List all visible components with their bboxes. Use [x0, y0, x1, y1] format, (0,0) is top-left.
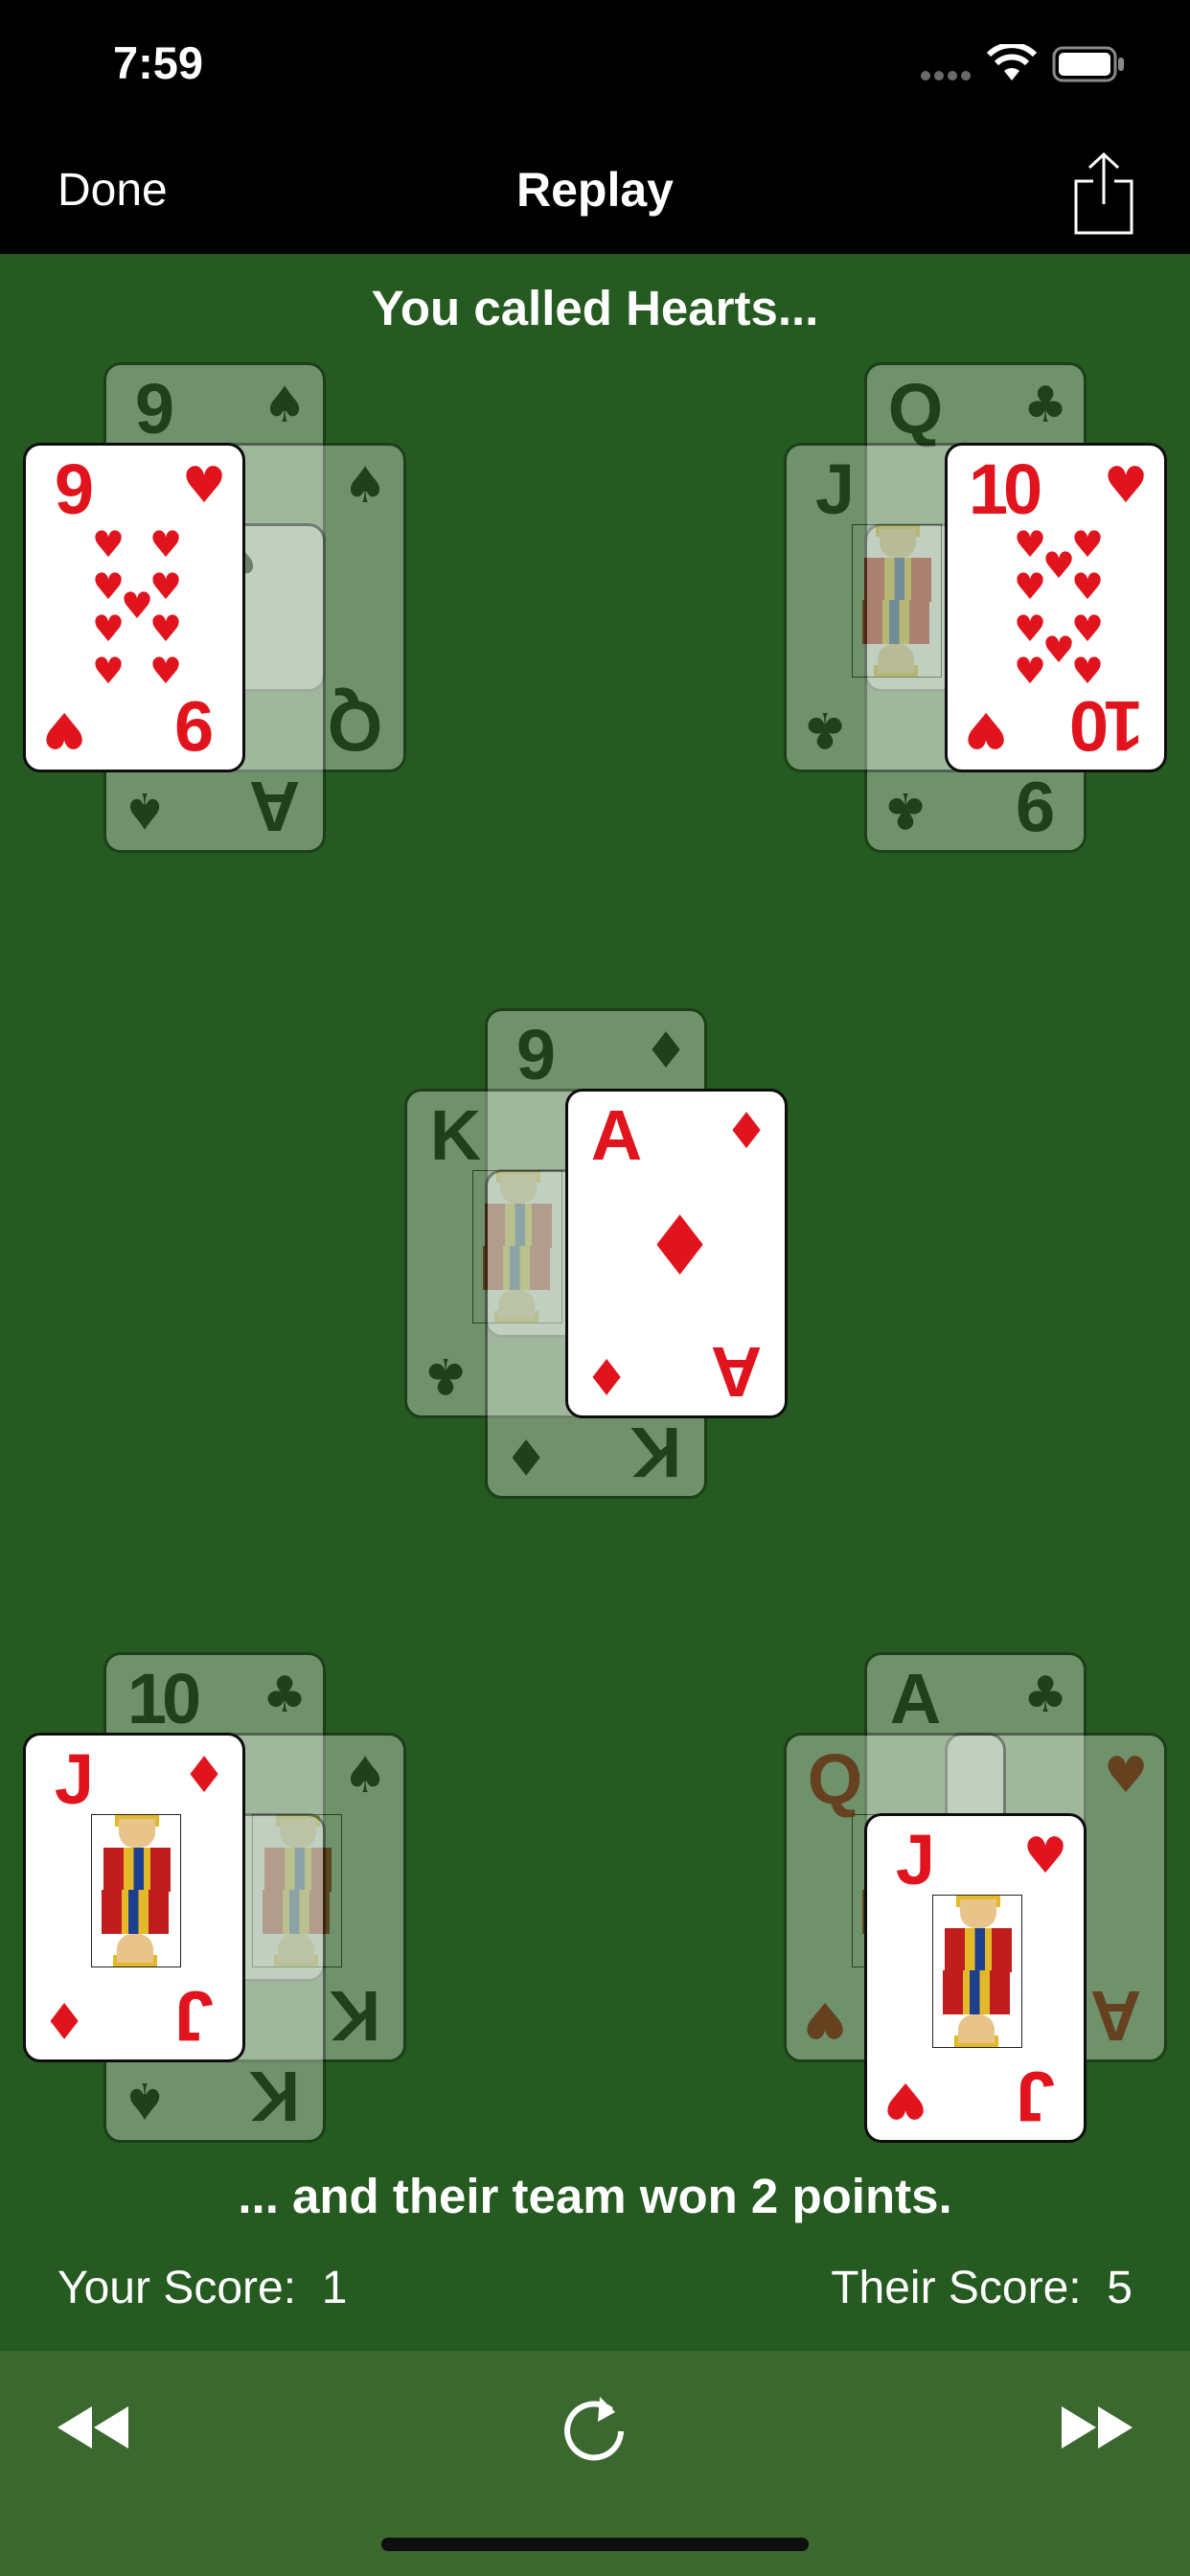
card-rank: K: [333, 1976, 381, 2056]
svg-text:♥: ♥: [92, 608, 125, 650]
card-suit: ♥: [963, 701, 1009, 758]
jack-face-art: [91, 1814, 181, 1967]
card-suit: ♦: [181, 1747, 227, 1805]
card-rank: 9: [515, 1015, 556, 1094]
card-suit: ♦: [503, 1427, 549, 1484]
card-rank: Q: [332, 686, 383, 766]
wifi-icon: [986, 44, 1038, 80]
battery-icon: [1052, 46, 1124, 82]
card-rank: A: [715, 1332, 763, 1412]
card-rank: K: [429, 1095, 481, 1175]
svg-text:♥: ♥: [149, 650, 182, 692]
card-top-left-front: 9 ♥ ♥ ♥ ♥ ♥ ♥ ♥ ♥ ♥ ♥ ♥ 9: [23, 443, 245, 772]
jack-face-art: [852, 524, 942, 678]
svg-text:♥: ♥: [92, 565, 125, 608]
card-rank: J: [54, 1739, 94, 1819]
svg-text:♥: ♥: [1071, 565, 1104, 608]
card-suit: ♦: [41, 1990, 87, 2048]
signal-icon: [921, 71, 971, 80]
status-bar: 7:59: [0, 0, 1190, 129]
your-score-value: 1: [321, 2263, 348, 2313]
svg-text:♥: ♥: [1042, 544, 1075, 586]
card-suit: ♣: [1022, 1667, 1068, 1724]
heart-pips-icon: ♥ ♥ ♥ ♥ ♥ ♥ ♥ ♥ ♥ ♥: [1014, 523, 1104, 692]
card-suit: ♠: [342, 1747, 388, 1805]
card-suit: ♠: [122, 2071, 168, 2128]
card-rank: K: [253, 2057, 301, 2136]
svg-text:♥: ♥: [1014, 523, 1046, 565]
fast-forward-icon[interactable]: [1054, 2389, 1140, 2466]
card-suit: ♣: [802, 701, 848, 758]
card-center-front: A ♦ ♦ ♦ A: [565, 1089, 788, 1418]
card-suit: ♣: [423, 1346, 469, 1404]
svg-text:♥: ♥: [1014, 565, 1046, 608]
card-rank: A: [590, 1095, 642, 1175]
card-suit: ♥: [1103, 1747, 1149, 1805]
svg-text:♥: ♥: [1014, 608, 1046, 650]
your-score: Your Score: 1: [57, 2262, 347, 2314]
card-suit: ♦: [584, 1346, 629, 1404]
card-suit: ♣: [882, 781, 928, 839]
svg-text:♥: ♥: [92, 523, 125, 565]
svg-text:♥: ♥: [1071, 523, 1104, 565]
card-rank: 9: [1019, 767, 1056, 846]
card-suit: ♥: [41, 701, 87, 758]
svg-text:♥: ♥: [1042, 629, 1075, 671]
card-rank: J: [895, 1820, 935, 1899]
card-suit: ♥: [1103, 457, 1149, 515]
card-suit: ♦: [723, 1103, 769, 1161]
svg-text:♥: ♥: [121, 585, 153, 627]
card-suit: ♥: [882, 2071, 928, 2128]
card-rank: Q: [887, 369, 944, 448]
center-diamond-pip: ♦: [643, 1199, 718, 1295]
card-suit: ♥: [802, 1990, 848, 2048]
card-suit: ♠: [262, 377, 308, 434]
card-rank: A: [1094, 1976, 1142, 2056]
card-suit: ♣: [1022, 377, 1068, 434]
rewind-icon[interactable]: [50, 2389, 136, 2466]
status-time: 7:59: [113, 37, 204, 88]
their-score: Their Score: 5: [831, 2262, 1133, 2314]
jack-face-art: [932, 1895, 1022, 2048]
card-rank: K: [634, 1413, 682, 1492]
card-rank: Q: [807, 1739, 863, 1819]
navigation-bar: Done Replay: [0, 129, 1190, 254]
page-title: Replay: [516, 163, 674, 217]
card-rank: J: [814, 449, 855, 529]
card-rank: A: [889, 1659, 941, 1738]
card-rank: 9: [54, 449, 94, 529]
card-top-right-front: 10 ♥ ♥ ♥ ♥ ♥ ♥ ♥ ♥ ♥ ♥ ♥ ♥ 10: [945, 443, 1167, 772]
card-rank: 10: [126, 1659, 201, 1738]
home-indicator: [381, 2538, 809, 2551]
card-suit: ♣: [262, 1667, 308, 1724]
svg-text:♥: ♥: [149, 523, 182, 565]
svg-text:♥: ♥: [1071, 608, 1104, 650]
replay-icon[interactable]: [552, 2389, 638, 2466]
their-score-label: Their Score:: [831, 2263, 1082, 2313]
card-rank: A: [253, 767, 301, 846]
bottom-message: ... and their team won 2 points.: [238, 2169, 952, 2223]
your-score-label: Your Score:: [57, 2263, 297, 2313]
share-icon[interactable]: [1070, 150, 1137, 237]
svg-text:♥: ♥: [1014, 650, 1046, 692]
top-message: You called Hearts...: [371, 281, 819, 335]
card-suit: ♥: [181, 457, 227, 515]
card-suit: ♠: [342, 457, 388, 515]
card-suit: ♦: [643, 1023, 689, 1080]
heart-pips-icon: ♥ ♥ ♥ ♥ ♥ ♥ ♥ ♥ ♥: [92, 523, 182, 692]
svg-text:♥: ♥: [149, 565, 182, 608]
card-rank: J: [178, 1976, 215, 2056]
svg-text:♥: ♥: [92, 650, 125, 692]
svg-text:♥: ♥: [149, 608, 182, 650]
card-rank: 10: [1073, 686, 1144, 766]
card-rank: J: [1019, 2057, 1056, 2136]
card-bottom-right-front: J ♥ ♥ J: [864, 1813, 1087, 2143]
card-suit: ♥: [1022, 1828, 1068, 1885]
card-bottom-left-front: J ♦ ♦ J: [23, 1733, 245, 2062]
card-rank: 9: [178, 686, 215, 766]
card-suit: ♠: [122, 781, 168, 839]
card-rank: 10: [968, 449, 1042, 529]
card-rank: 9: [134, 369, 174, 448]
their-score-value: 5: [1107, 2263, 1133, 2313]
